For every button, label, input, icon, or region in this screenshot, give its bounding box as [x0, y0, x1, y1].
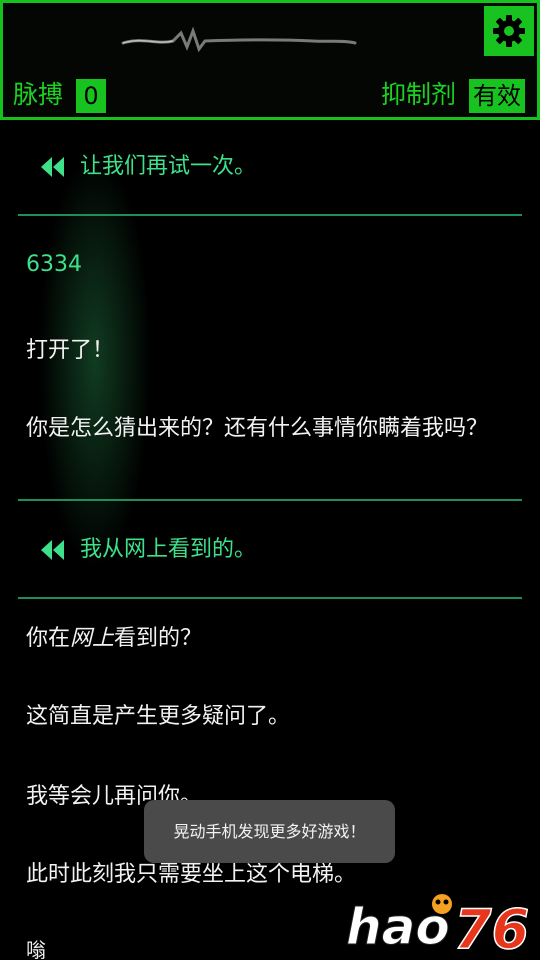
choice-text: 让我们再试一次。: [80, 154, 257, 179]
message-online-prefix: 你在: [26, 626, 71, 651]
toast-notification: 晃动手机发现更多好游戏！: [144, 800, 395, 863]
pulse-line-icon: [121, 26, 357, 53]
pulse-value: 0: [76, 79, 106, 113]
message-more-questions: 这简直是产生更多疑问了。: [26, 704, 291, 729]
gear-icon: [493, 15, 525, 47]
message-question: 你是怎么猜出来的？还有什么事情你瞒着我吗？: [26, 416, 489, 441]
choice-text: 我从网上看到的。: [80, 537, 257, 562]
divider: [18, 214, 522, 216]
hao76-logo: hao 76: [346, 894, 530, 958]
message-online-suffix: 看到的？: [114, 626, 203, 651]
divider: [18, 597, 522, 599]
suppressant-label: 抑制剂: [381, 80, 457, 109]
suppressant-value: 有效: [469, 79, 525, 113]
svg-text:76: 76: [454, 898, 529, 958]
player-choice-2: 我从网上看到的。: [40, 535, 256, 565]
status-header: 脉搏 0 抑制剂 有效: [0, 0, 540, 120]
message-partial: 嗡: [26, 940, 46, 960]
message-code: 6334: [26, 252, 82, 277]
pulse-label: 脉搏: [13, 80, 64, 109]
message-online-emphasis: 网上: [70, 626, 115, 651]
double-chevron-left-icon: [40, 156, 66, 178]
settings-button[interactable]: [484, 6, 534, 56]
message-opened: 打开了！: [26, 338, 115, 363]
svg-text:hao: hao: [346, 898, 450, 956]
divider: [18, 499, 522, 501]
double-chevron-left-icon: [40, 539, 66, 561]
game-screen: 脉搏 0 抑制剂 有效 让我们再试一次。 6334 打开了！ 你是怎么猜出来的？…: [0, 0, 540, 960]
player-choice-1: 让我们再试一次。: [40, 152, 256, 182]
message-online: 你在网上看到的？: [26, 622, 516, 655]
